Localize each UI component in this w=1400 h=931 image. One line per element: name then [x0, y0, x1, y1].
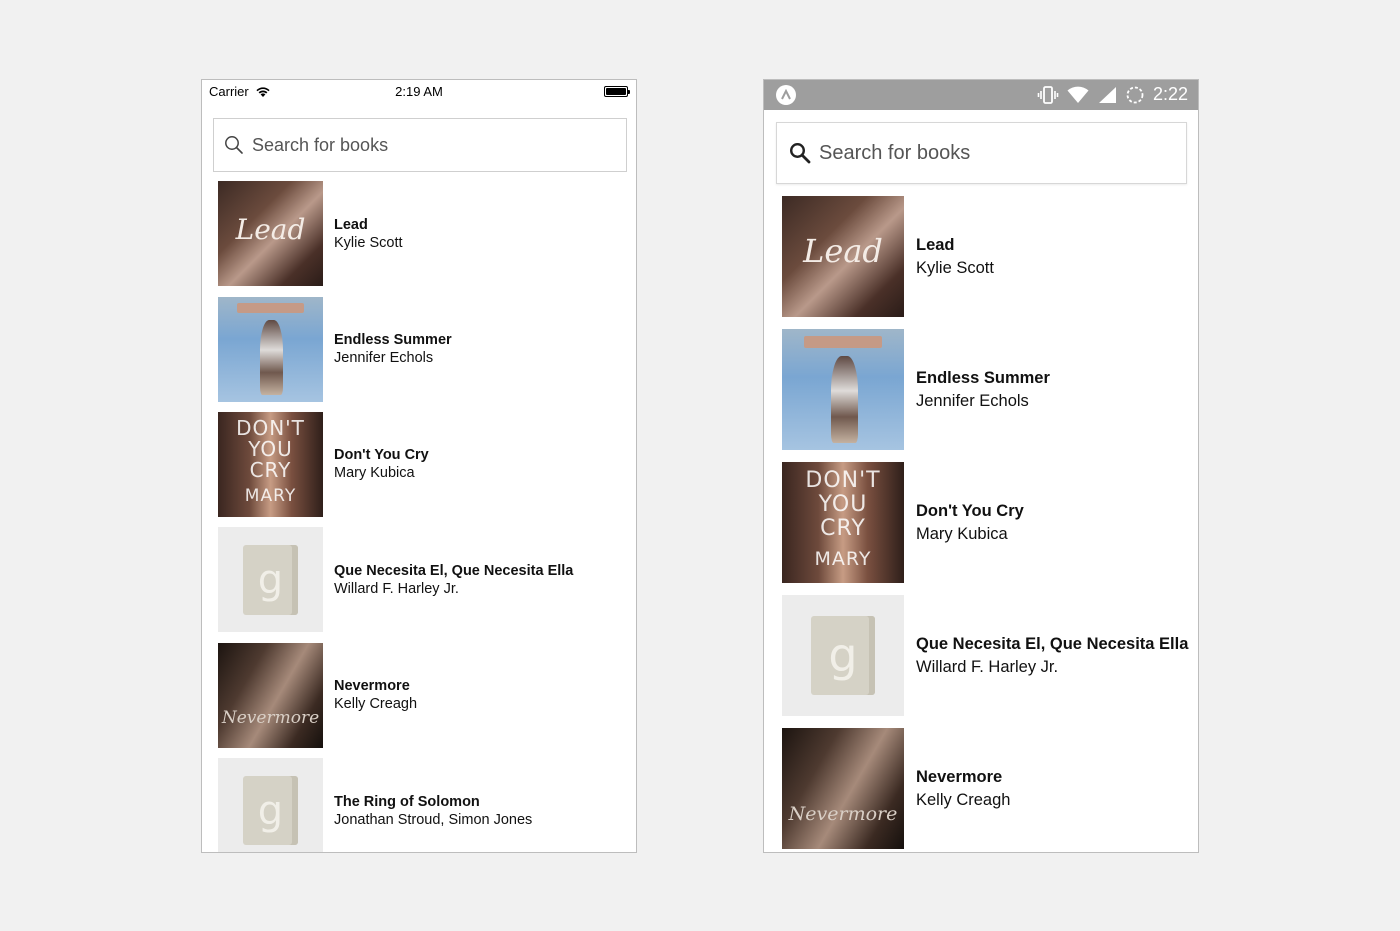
- book-info: Don't You Cry Mary Kubica: [334, 446, 429, 482]
- status-icons: 2:22: [1037, 84, 1188, 105]
- book-title: Nevermore: [916, 767, 1003, 786]
- list-item[interactable]: DON'T YOU CRY MARY Don't You Cry Mary Ku…: [782, 456, 1198, 589]
- cover-title: Lead: [235, 212, 306, 246]
- search-icon: [225, 136, 243, 154]
- book-info: Endless Summer Jennifer Echols: [916, 367, 1050, 413]
- book-author: Jennifer Echols: [916, 391, 1029, 410]
- book-info: Que Necesita El, Que Necesita Ella Willa…: [334, 562, 573, 598]
- book-author: Jennifer Echols: [334, 350, 434, 367]
- book-title: The Ring of Solomon: [334, 793, 480, 810]
- battery-icon: [1126, 86, 1144, 103]
- book-cover-image: Lead: [782, 196, 904, 317]
- book-cover-image: [218, 296, 323, 402]
- android-screen: 2:22 Lead Lead Kylie Scott Endless Summe…: [763, 79, 1199, 853]
- cover-line: MARY: [244, 485, 297, 506]
- book-title: Lead: [334, 216, 368, 233]
- placeholder-cover-image: g: [218, 758, 323, 852]
- android-status-bar: 2:22: [764, 80, 1198, 110]
- book-title: Endless Summer: [334, 332, 452, 349]
- list-item[interactable]: Lead Lead Kylie Scott: [218, 176, 636, 291]
- list-item[interactable]: Nevermore Nevermore Kelly Creagh: [782, 722, 1198, 852]
- book-title: Endless Summer: [916, 368, 1050, 387]
- cover-line: DON'T: [805, 468, 881, 493]
- placeholder-cover-image: g: [218, 527, 323, 633]
- book-info: Don't You Cry Mary Kubica: [916, 500, 1024, 546]
- notification-icon: [776, 85, 796, 105]
- book-author: Mary Kubica: [334, 465, 415, 482]
- placeholder-cover-image: g: [782, 595, 904, 716]
- cover-line: YOU: [818, 492, 868, 517]
- status-time: 2:19 AM: [395, 84, 443, 99]
- book-cover-image: DON'T YOU CRY MARY: [782, 462, 904, 583]
- book-info: Endless Summer Jennifer Echols: [334, 331, 452, 367]
- book-author: Kelly Creagh: [916, 790, 1011, 809]
- cover-title: Nevermore: [221, 707, 320, 728]
- book-author: Kylie Scott: [916, 258, 994, 277]
- book-author: Kylie Scott: [334, 234, 403, 251]
- book-info: Lead Kylie Scott: [334, 216, 403, 252]
- goodreads-g-icon: g: [811, 615, 875, 696]
- book-cover-image: DON'T YOU CRY MARY: [218, 411, 323, 517]
- cover-line: MARY: [814, 548, 872, 570]
- cover-line: CRY: [249, 457, 292, 482]
- list-item[interactable]: Endless Summer Jennifer Echols: [782, 323, 1198, 456]
- goodreads-g-icon: g: [243, 545, 298, 615]
- book-author: Willard F. Harley Jr.: [334, 580, 459, 597]
- book-title: Que Necesita El, Que Necesita Ella: [334, 562, 574, 579]
- list-item[interactable]: DON'T YOU CRY MARY Don't You Cry Mary Ku…: [218, 407, 636, 522]
- book-author: Kelly Creagh: [334, 696, 418, 713]
- cover-title: Nevermore: [788, 803, 898, 826]
- vibrate-icon: [1037, 85, 1059, 104]
- list-item[interactable]: g Que Necesita El, Que Necesita Ella Wil…: [218, 522, 636, 637]
- book-cover-image: Nevermore: [218, 642, 323, 748]
- book-info: The Ring of Solomon Jonathan Stroud, Sim…: [334, 793, 532, 829]
- book-list[interactable]: Lead Lead Kylie Scott Endless Summer Jen…: [782, 190, 1198, 852]
- status-time: 2:22: [1152, 84, 1188, 104]
- book-cover-image: [782, 329, 904, 450]
- book-title: Don't You Cry: [334, 447, 429, 464]
- search-icon: [789, 142, 811, 164]
- book-info: Lead Kylie Scott: [916, 234, 994, 280]
- search-input[interactable]: [252, 134, 592, 156]
- book-title: Que Necesita El, Que Necesita Ella: [916, 634, 1189, 653]
- book-author: Willard F. Harley Jr.: [916, 657, 1059, 676]
- ios-screen: Carrier 2:19 AM Lead Lead Kylie Scott: [201, 79, 637, 853]
- book-author: Mary Kubica: [916, 524, 1008, 543]
- book-list[interactable]: Lead Lead Kylie Scott Endless Summer Jen…: [218, 176, 636, 852]
- list-item[interactable]: Nevermore Nevermore Kelly Creagh: [218, 638, 636, 753]
- cover-line: CRY: [820, 516, 866, 541]
- wifi-icon: [1067, 86, 1089, 103]
- search-bar[interactable]: [213, 118, 627, 172]
- book-cover-image: Lead: [218, 181, 323, 287]
- search-bar[interactable]: [776, 122, 1187, 184]
- book-info: Que Necesita El, Que Necesita Ella Willa…: [916, 633, 1188, 679]
- search-input[interactable]: [819, 141, 1159, 165]
- book-title: Don't You Cry: [916, 501, 1024, 520]
- list-item[interactable]: Endless Summer Jennifer Echols: [218, 291, 636, 406]
- book-title: Nevermore: [334, 678, 410, 695]
- ios-status-bar: Carrier 2:19 AM: [202, 80, 636, 104]
- list-item[interactable]: Lead Lead Kylie Scott: [782, 190, 1198, 323]
- battery-icon: [604, 86, 630, 97]
- book-title: Lead: [916, 235, 955, 254]
- goodreads-g-icon: g: [243, 775, 298, 846]
- book-cover-image: Nevermore: [782, 728, 904, 849]
- list-item[interactable]: g The Ring of Solomon Jonathan Stroud, S…: [218, 753, 636, 852]
- book-author: Jonathan Stroud, Simon Jones: [334, 811, 533, 828]
- book-info: Nevermore Kelly Creagh: [334, 677, 417, 713]
- book-info: Nevermore Kelly Creagh: [916, 766, 1010, 812]
- list-item[interactable]: g Que Necesita El, Que Necesita Ella Wil…: [782, 589, 1198, 722]
- signal-icon: [1098, 86, 1116, 103]
- cover-title: Lead: [803, 232, 883, 271]
